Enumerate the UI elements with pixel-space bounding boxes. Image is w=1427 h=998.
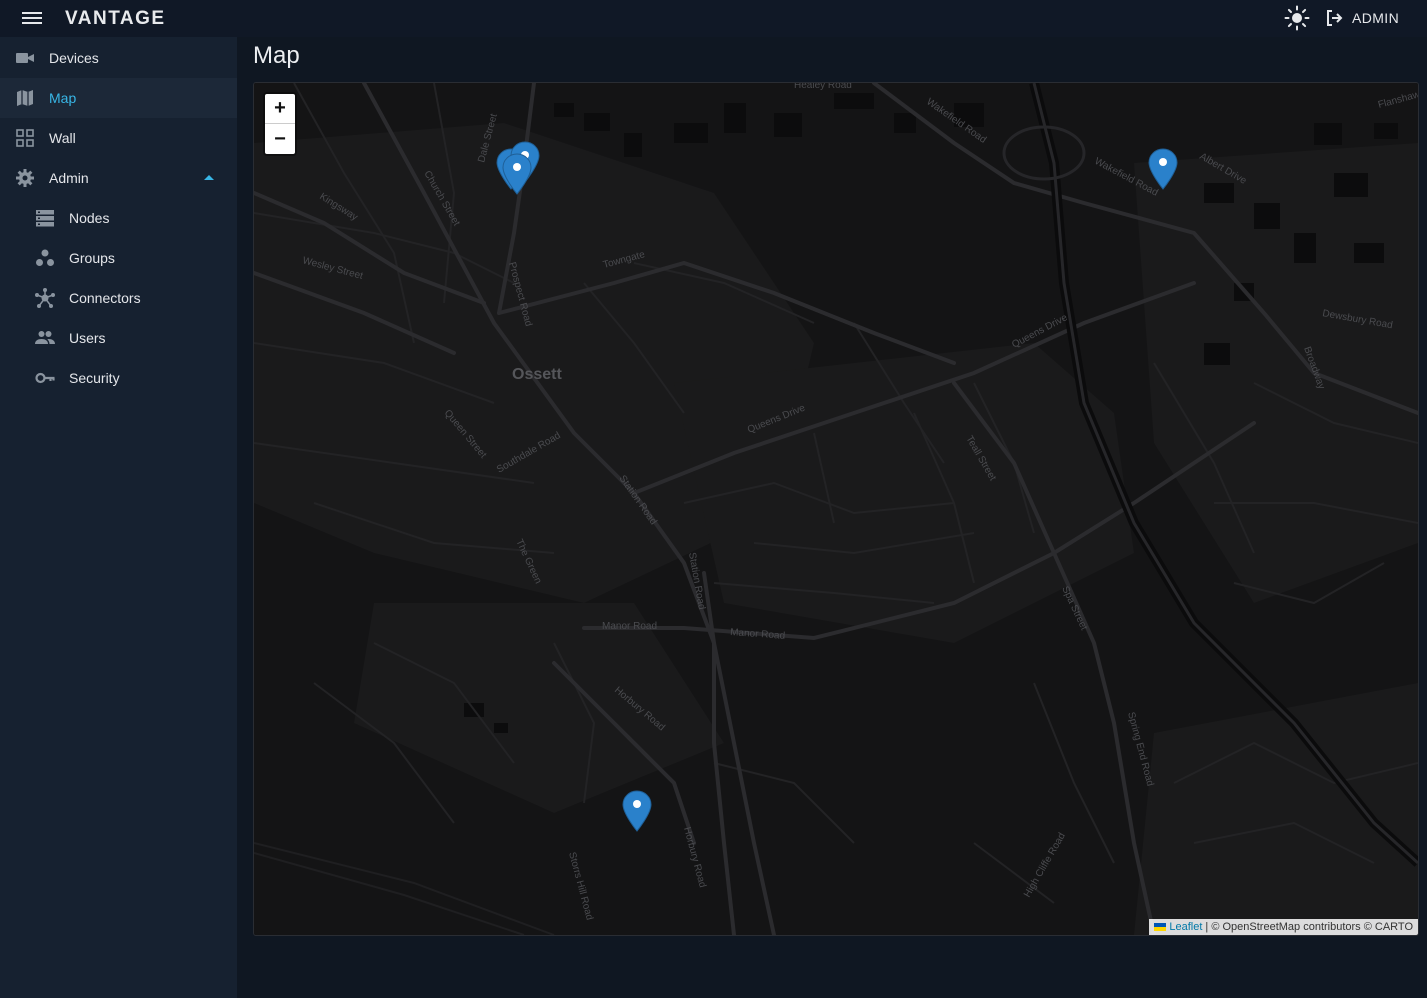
svg-text:Manor Road: Manor Road bbox=[602, 621, 657, 632]
sidebar-item-label: Nodes bbox=[69, 210, 110, 226]
map-marker-icon[interactable] bbox=[502, 153, 532, 195]
sidebar-item-security[interactable]: Security bbox=[0, 358, 237, 398]
leaflet-link[interactable]: Leaflet bbox=[1169, 921, 1202, 933]
app-brand: VANTAGE bbox=[65, 8, 166, 29]
page-title: Map bbox=[253, 42, 300, 69]
sidebar-item-admin[interactable]: Admin bbox=[0, 158, 237, 198]
sidebar-item-label: Users bbox=[69, 330, 106, 346]
group-nodes-icon bbox=[36, 249, 54, 266]
sidebar-item-label: Groups bbox=[69, 250, 115, 266]
sidebar-item-groups[interactable]: Groups bbox=[0, 238, 237, 278]
sidebar-item-label: Wall bbox=[49, 130, 76, 146]
map-marker-icon[interactable] bbox=[622, 790, 652, 832]
video-camera-icon bbox=[16, 53, 34, 63]
ukraine-flag-icon bbox=[1154, 923, 1167, 931]
map-tiles[interactable]: Ossett Wakefield Road Wakefield Road Que… bbox=[254, 83, 1418, 935]
logout-button[interactable]: ADMIN bbox=[1324, 6, 1399, 30]
sidebar-item-map[interactable]: Map bbox=[0, 78, 237, 118]
sidebar-item-nodes[interactable]: Nodes bbox=[0, 198, 237, 238]
sidebar-item-label: Devices bbox=[49, 50, 99, 66]
sidebar-item-wall[interactable]: Wall bbox=[0, 118, 237, 158]
chevron-up-icon bbox=[204, 175, 214, 180]
hub-icon bbox=[35, 288, 55, 308]
user-label: ADMIN bbox=[1352, 10, 1400, 26]
attribution-text: | © OpenStreetMap contributors © CARTO bbox=[1205, 921, 1413, 933]
server-icon bbox=[36, 210, 54, 227]
sun-icon[interactable] bbox=[1284, 5, 1310, 31]
people-icon bbox=[35, 331, 55, 344]
top-app-bar: VANTAGE ADMIN bbox=[0, 0, 1427, 37]
sidebar: Devices Map Wall Admin Nodes Groups Conn… bbox=[0, 37, 237, 998]
sidebar-item-label: Connectors bbox=[69, 290, 141, 306]
menu-icon[interactable] bbox=[22, 9, 42, 27]
zoom-out-button[interactable]: − bbox=[265, 124, 295, 154]
sidebar-item-devices[interactable]: Devices bbox=[0, 38, 237, 78]
zoom-control: + − bbox=[265, 94, 295, 154]
sidebar-item-label: Admin bbox=[49, 170, 89, 186]
map-icon bbox=[17, 90, 33, 106]
svg-text:Healey Road: Healey Road bbox=[794, 83, 852, 91]
zoom-in-button[interactable]: + bbox=[265, 94, 295, 124]
sidebar-item-label: Map bbox=[49, 90, 77, 106]
sidebar-item-connectors[interactable]: Connectors bbox=[0, 278, 237, 318]
logout-icon bbox=[1327, 10, 1343, 26]
gear-icon bbox=[16, 169, 34, 187]
sidebar-item-users[interactable]: Users bbox=[0, 318, 237, 358]
map-marker-icon[interactable] bbox=[1148, 148, 1178, 190]
key-icon bbox=[35, 372, 55, 384]
main-content: Map Ossett Wakefield Road Wakefield Road… bbox=[237, 37, 1427, 998]
map-place-label: Ossett bbox=[512, 366, 562, 383]
map-attribution: Leaflet | © OpenStreetMap contributors ©… bbox=[1149, 919, 1418, 935]
sidebar-item-label: Security bbox=[69, 370, 120, 386]
map-view[interactable]: Ossett Wakefield Road Wakefield Road Que… bbox=[253, 82, 1419, 936]
grid-icon bbox=[16, 129, 34, 147]
